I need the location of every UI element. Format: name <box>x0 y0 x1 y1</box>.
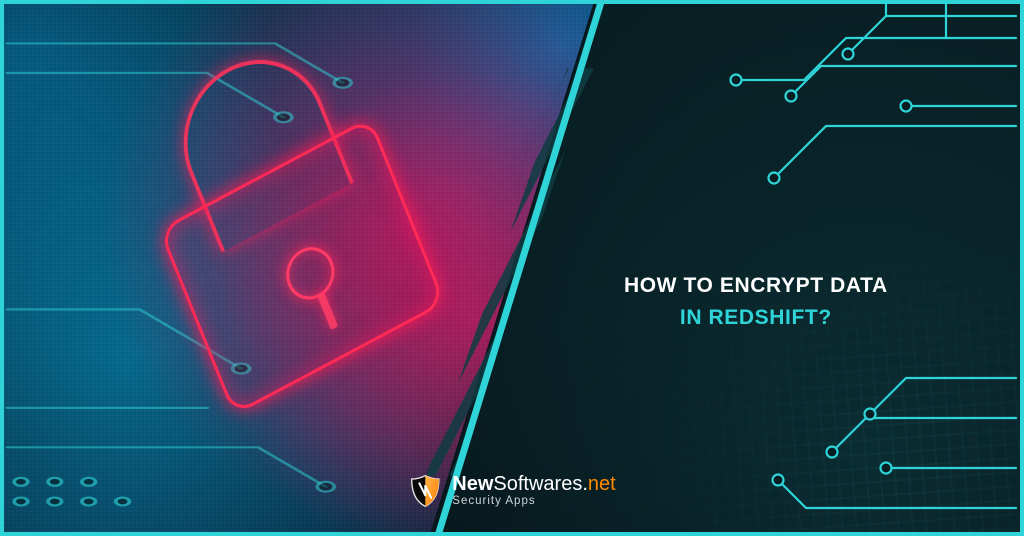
brand-text: NewSoftwares.net Security Apps <box>452 474 615 508</box>
brand-name-bold: New <box>452 473 493 495</box>
brand-tld: net <box>588 473 616 495</box>
page-title: HOW TO ENCRYPT DATA IN REDSHIFT? <box>553 274 959 330</box>
circuit-icon <box>656 358 1016 528</box>
title-line-1: HOW TO ENCRYPT DATA <box>553 274 959 298</box>
banner-root: HOW TO ENCRYPT DATA IN REDSHIFT? <box>0 0 1024 536</box>
brand-block: NewSoftwares.net Security Apps <box>408 474 615 508</box>
shield-icon <box>408 474 442 508</box>
brand-name-light: Softwares <box>493 473 582 495</box>
title-line-2: IN REDSHIFT? <box>553 306 959 330</box>
brand-tagline: Security Apps <box>452 496 615 508</box>
circuit-icon <box>586 8 1016 198</box>
lock-icon <box>103 4 519 453</box>
